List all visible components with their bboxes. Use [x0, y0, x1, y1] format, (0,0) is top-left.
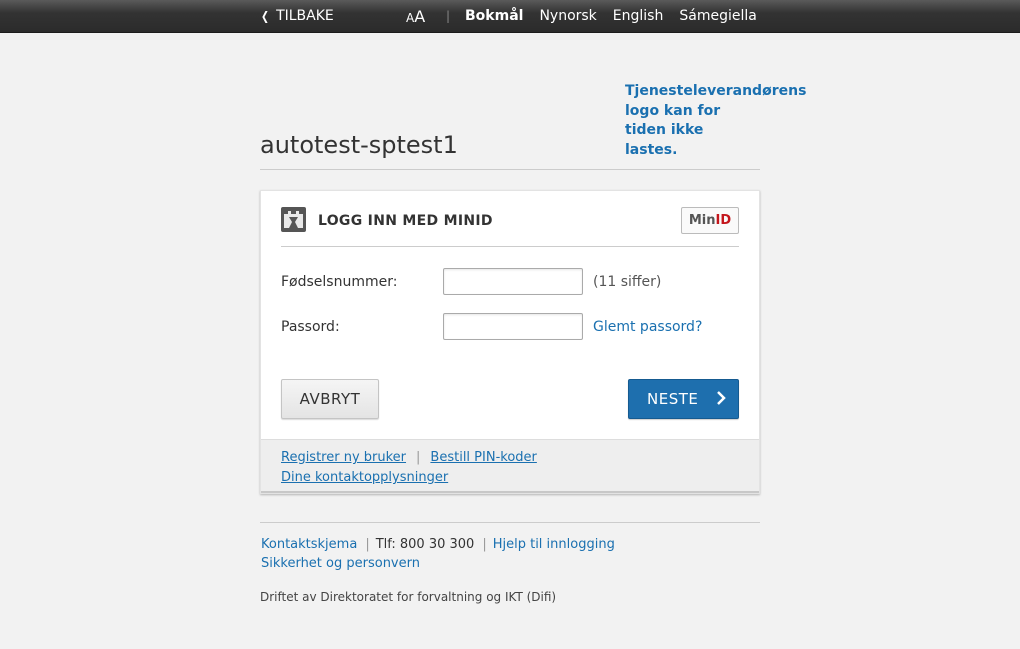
top-navigation-bar: ❮ TILBAKE AA | Bokmål Nynorsk English Sá… — [0, 0, 1020, 33]
login-card-footer: Registrer ny bruker | Bestill PIN-koder … — [261, 439, 759, 493]
minid-castle-icon — [281, 207, 306, 232]
back-link[interactable]: ❮ TILBAKE — [260, 8, 334, 24]
topbar-separator: | — [446, 9, 451, 23]
forgot-password-link[interactable]: Glemt passord? — [593, 319, 702, 335]
service-title: autotest-sptest1 — [260, 131, 458, 159]
register-user-link[interactable]: Registrer ny bruker — [281, 450, 406, 465]
font-size-small: A — [406, 11, 415, 25]
minid-logo-id: ID — [715, 213, 732, 228]
ssn-hint: (11 siffer) — [593, 274, 662, 290]
next-button-label: NESTE — [647, 390, 699, 408]
password-label: Passord: — [281, 319, 340, 335]
language-nynorsk[interactable]: Nynorsk — [539, 8, 596, 24]
password-input[interactable] — [443, 313, 583, 340]
chevron-left-icon: ❮ — [261, 9, 270, 23]
footer-divider — [260, 522, 760, 523]
logo-fallback-line1: Tjenesteleverandørens — [625, 83, 807, 99]
security-privacy-link[interactable]: Sikkerhet og personvern — [261, 556, 420, 571]
language-selector: Bokmål Nynorsk English Sámegiella — [465, 8, 757, 24]
operator-notice: Driftet av Direktoratet for forvaltning … — [260, 590, 557, 604]
chevron-right-icon — [716, 390, 726, 410]
login-card: LOGG INN MED MINID MinID Fødselsnummer: … — [260, 190, 760, 494]
contact-form-link[interactable]: Kontaktskjema — [261, 537, 357, 552]
language-samegiella[interactable]: Sámegiella — [679, 8, 756, 24]
login-card-header: LOGG INN MED MINID MinID — [281, 207, 739, 247]
divider: | — [482, 537, 487, 552]
font-size-toggle[interactable]: AA — [406, 7, 425, 26]
next-button[interactable]: NESTE — [628, 379, 739, 419]
cancel-button[interactable]: AVBRYT — [281, 379, 379, 419]
divider: | — [365, 537, 370, 552]
service-logo-fallback: Tjenesteleverandørens logo kan for tiden… — [625, 82, 820, 160]
font-size-large: A — [414, 7, 426, 26]
logo-fallback-rest: logo kan for tiden ikke lastes. — [625, 102, 721, 158]
minid-logo: MinID — [681, 207, 739, 234]
language-english[interactable]: English — [613, 8, 664, 24]
minid-logo-min: Min — [688, 213, 716, 228]
login-help-link[interactable]: Hjelp til innlogging — [493, 537, 615, 552]
contact-info-link[interactable]: Dine kontaktopplysninger — [281, 470, 448, 485]
ssn-label: Fødselsnummer: — [281, 274, 398, 290]
divider: | — [416, 450, 421, 465]
ssn-input[interactable] — [443, 268, 583, 295]
back-label: TILBAKE — [276, 8, 334, 24]
order-pin-codes-link[interactable]: Bestill PIN-koder — [430, 450, 536, 465]
language-bokmal[interactable]: Bokmål — [465, 8, 523, 24]
page-footer: Kontaktskjema | Tlf: 800 30 300 | Hjelp … — [261, 537, 615, 571]
title-divider — [260, 169, 760, 170]
login-heading: LOGG INN MED MINID — [318, 213, 493, 229]
phone-number: Tlf: 800 30 300 — [375, 537, 475, 552]
